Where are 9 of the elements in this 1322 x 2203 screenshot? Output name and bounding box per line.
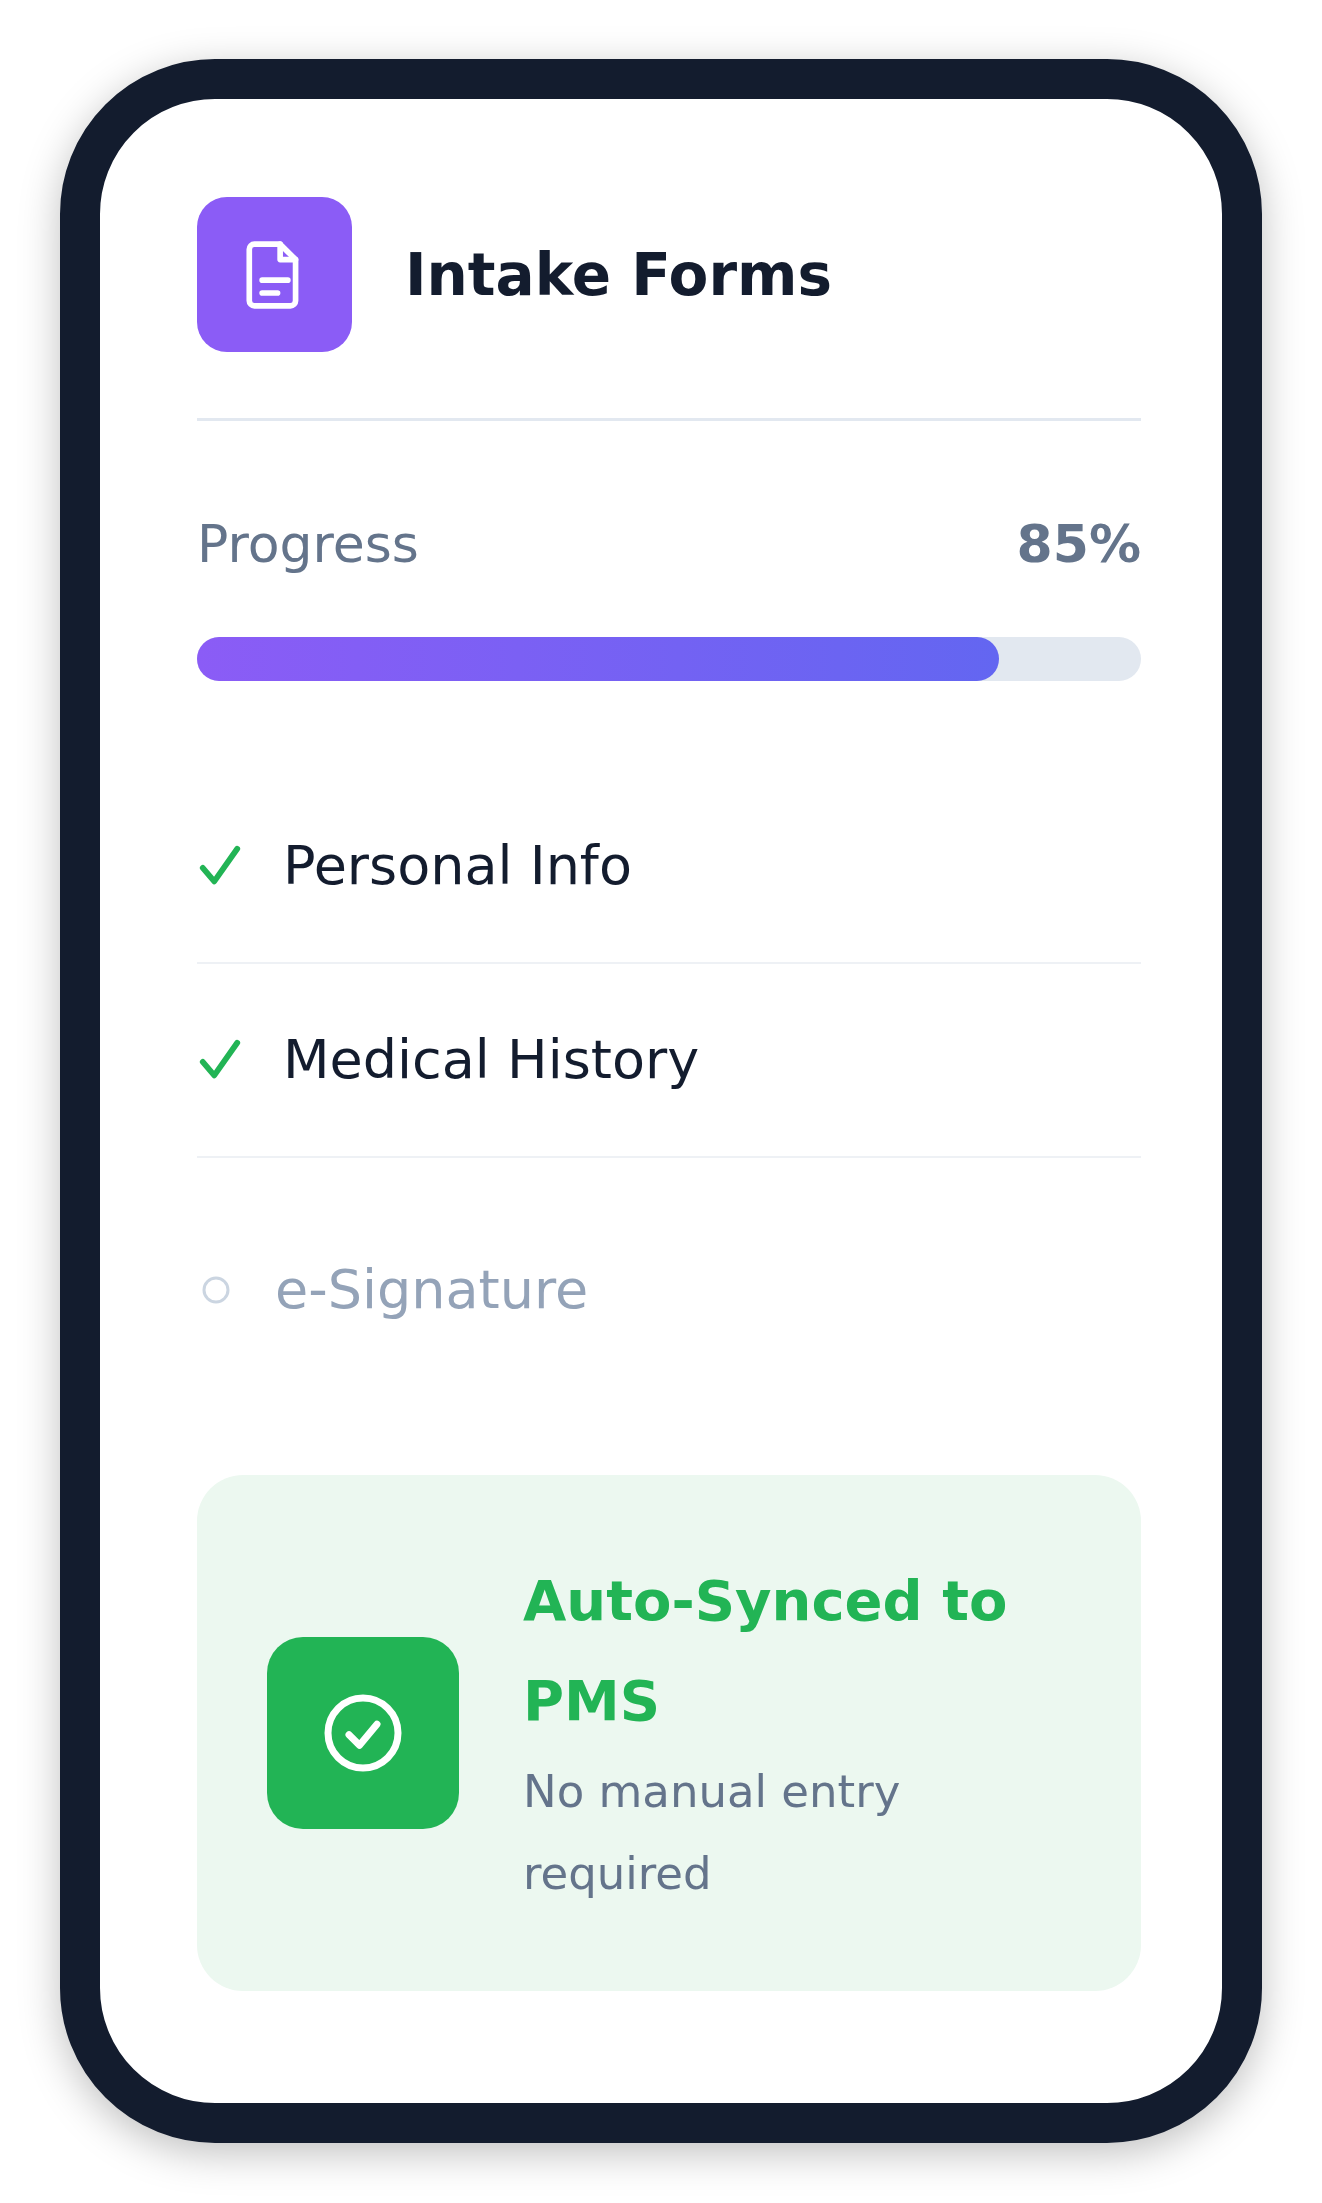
step-label: Medical History xyxy=(283,1030,700,1090)
step-label: Personal Info xyxy=(283,836,632,896)
document-icon xyxy=(197,197,352,352)
sync-subtitle: No manual entry required xyxy=(523,1764,902,1902)
card-title: Intake Forms xyxy=(405,240,832,309)
sync-title: Auto-Synced to PMS xyxy=(523,1567,1009,1735)
progress-percent: 85% xyxy=(1016,513,1141,576)
progress-label: Progress xyxy=(197,513,419,576)
step-label: e-Signature xyxy=(275,1260,589,1320)
